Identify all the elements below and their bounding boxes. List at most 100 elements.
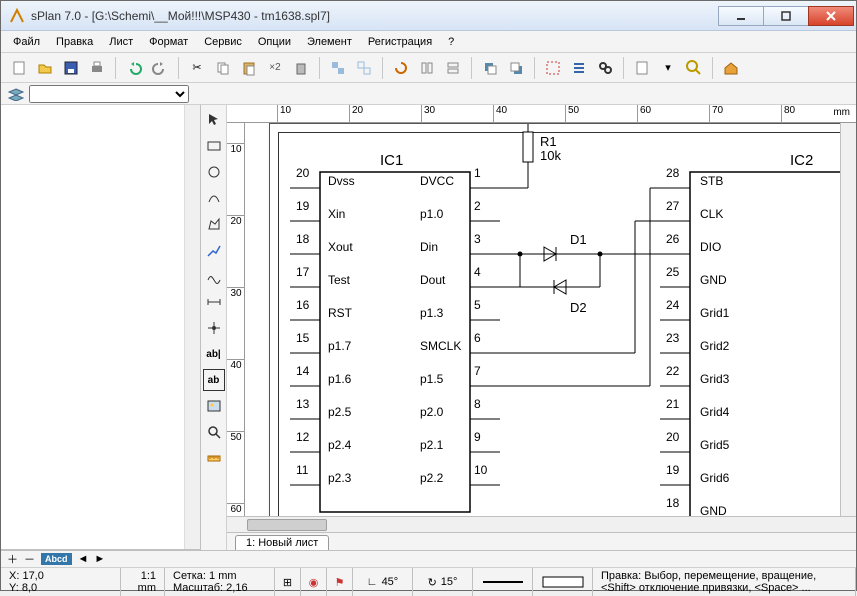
canvas-area: mm 1020304050607080 102030405060 — [227, 105, 856, 550]
ungroup-icon[interactable] — [352, 56, 376, 80]
label-tool-icon[interactable]: ab — [203, 369, 225, 391]
paste-x2-icon[interactable]: ×2 — [263, 56, 287, 80]
layer-select[interactable] — [29, 85, 189, 103]
mirror-h-icon[interactable] — [415, 56, 439, 80]
r1-value: 10k — [540, 148, 561, 163]
redo-icon[interactable] — [148, 56, 172, 80]
status-area: ＋ － Abcd ◄ ► X: 17,0 Y: 8,0 1:1 mm Сетка… — [1, 550, 856, 590]
ruler-vertical: 102030405060 — [227, 123, 245, 516]
cut-icon[interactable]: ✂ — [185, 56, 209, 80]
circle-tool-icon[interactable] — [203, 161, 225, 183]
coord-x: X: 17,0 — [9, 570, 112, 582]
angle-icon[interactable]: ∟ — [367, 576, 378, 588]
titlebar: sPlan 7.0 - [G:\Schemi\__Мой!!!\MSP430 -… — [1, 1, 856, 31]
polygon-tool-icon[interactable] — [203, 213, 225, 235]
magnify-tool-icon[interactable] — [203, 421, 225, 443]
maximize-button[interactable] — [763, 6, 809, 26]
to-back-icon[interactable] — [504, 56, 528, 80]
copy-icon[interactable] — [211, 56, 235, 80]
menu-edit[interactable]: Правка — [50, 34, 99, 50]
dropdown-icon[interactable]: ▾ — [656, 56, 680, 80]
ruler-horizontal: mm 1020304050607080 — [227, 105, 856, 123]
delete-icon[interactable] — [289, 56, 313, 80]
canvas[interactable]: IC1 IC2 MSP430g2553 R1 10k D1 D2 20Dvss1… — [245, 123, 840, 516]
sheet-tabs: 1: Новый лист — [227, 532, 856, 550]
ruler-unit: mm — [833, 107, 850, 118]
menu-element[interactable]: Элемент — [301, 34, 358, 50]
find-icon[interactable] — [593, 56, 617, 80]
d2-label: D2 — [570, 300, 587, 315]
ic1-title: IC1 — [380, 152, 403, 169]
to-front-icon[interactable] — [478, 56, 502, 80]
flag-icon[interactable]: ⚑ — [335, 576, 345, 589]
home-icon[interactable] — [719, 56, 743, 80]
ic2-title: IC2 — [790, 152, 813, 169]
zoom-unit: mm — [129, 582, 156, 594]
list-icon[interactable] — [567, 56, 591, 80]
sheet-tab-1[interactable]: 1: Новый лист — [235, 535, 329, 550]
group-icon[interactable] — [326, 56, 350, 80]
new-icon[interactable] — [7, 56, 31, 80]
fill-style-icon[interactable] — [541, 575, 585, 589]
menubar: Файл Правка Лист Формат Сервис Опции Эле… — [1, 31, 856, 53]
measure-tool-icon[interactable] — [203, 447, 225, 469]
paste-icon[interactable] — [237, 56, 261, 80]
toolbar: ✂ ×2 ▾ — [1, 53, 856, 83]
layerbar — [1, 83, 856, 105]
d1-label: D1 — [570, 232, 587, 247]
coord-y: Y: 8,0 — [9, 582, 112, 594]
image-tool-icon[interactable] — [203, 395, 225, 417]
canvas-hscroll[interactable] — [227, 516, 856, 532]
snap-icon[interactable]: ◉ — [309, 576, 319, 589]
angle2: 15° — [441, 576, 458, 588]
shape-tool-icon[interactable] — [203, 187, 225, 209]
page-icon[interactable] — [630, 56, 654, 80]
menu-registration[interactable]: Регистрация — [362, 34, 438, 50]
page: IC1 IC2 MSP430g2553 R1 10k D1 D2 20Dvss1… — [269, 123, 840, 516]
menu-options[interactable]: Опции — [252, 34, 297, 50]
angle1: 45° — [382, 576, 399, 588]
node-tool-icon[interactable] — [203, 317, 225, 339]
menu-sheet[interactable]: Лист — [103, 34, 139, 50]
menu-service[interactable]: Сервис — [198, 34, 248, 50]
mirror-v-icon[interactable] — [441, 56, 465, 80]
hint-text: Правка: Выбор, перемещение, вращение, <S… — [601, 570, 847, 594]
library-list[interactable] — [1, 105, 200, 550]
grid-icon[interactable]: ⊞ — [283, 576, 292, 589]
open-icon[interactable] — [33, 56, 57, 80]
r1-name: R1 — [540, 134, 557, 149]
library-panel — [1, 105, 201, 550]
line-tool-icon[interactable] — [203, 239, 225, 261]
grid-label: Сетка: 1 mm — [173, 570, 266, 582]
library-scrollbar[interactable] — [184, 105, 200, 549]
bezier-tool-icon[interactable] — [203, 265, 225, 287]
canvas-vscroll[interactable] — [840, 123, 856, 516]
rotate-step-icon[interactable]: ↻ — [428, 576, 437, 589]
pointer-tool-icon[interactable] — [203, 109, 225, 131]
menu-format[interactable]: Формат — [143, 34, 194, 50]
left-icon[interactable]: ◄ — [78, 553, 89, 565]
menu-help[interactable]: ? — [442, 34, 460, 50]
select-rect-icon[interactable] — [541, 56, 565, 80]
rotate-icon[interactable] — [389, 56, 413, 80]
window-title: sPlan 7.0 - [G:\Schemi\__Мой!!!\MSP430 -… — [31, 9, 719, 23]
layers-icon[interactable] — [7, 87, 25, 101]
menu-file[interactable]: Файл — [7, 34, 46, 50]
print-icon[interactable] — [85, 56, 109, 80]
abcd-icon[interactable]: Abcd — [41, 553, 72, 565]
save-icon[interactable] — [59, 56, 83, 80]
text-tool-icon[interactable]: ab| — [203, 343, 225, 365]
zoom-ratio: 1:1 — [129, 570, 156, 582]
line-style-icon[interactable] — [481, 575, 525, 589]
dimension-tool-icon[interactable] — [203, 291, 225, 313]
undo-icon[interactable] — [122, 56, 146, 80]
close-button[interactable] — [808, 6, 854, 26]
plus-icon[interactable]: ＋ — [7, 551, 18, 567]
zoom-icon[interactable] — [682, 56, 706, 80]
right-icon[interactable]: ► — [94, 553, 105, 565]
minus-icon[interactable]: － — [24, 551, 35, 567]
rect-tool-icon[interactable] — [203, 135, 225, 157]
main-area: ab| ab mm 1020304050607080 102030405060 — [1, 105, 856, 550]
minimize-button[interactable] — [718, 6, 764, 26]
tool-palette: ab| ab — [201, 105, 227, 550]
